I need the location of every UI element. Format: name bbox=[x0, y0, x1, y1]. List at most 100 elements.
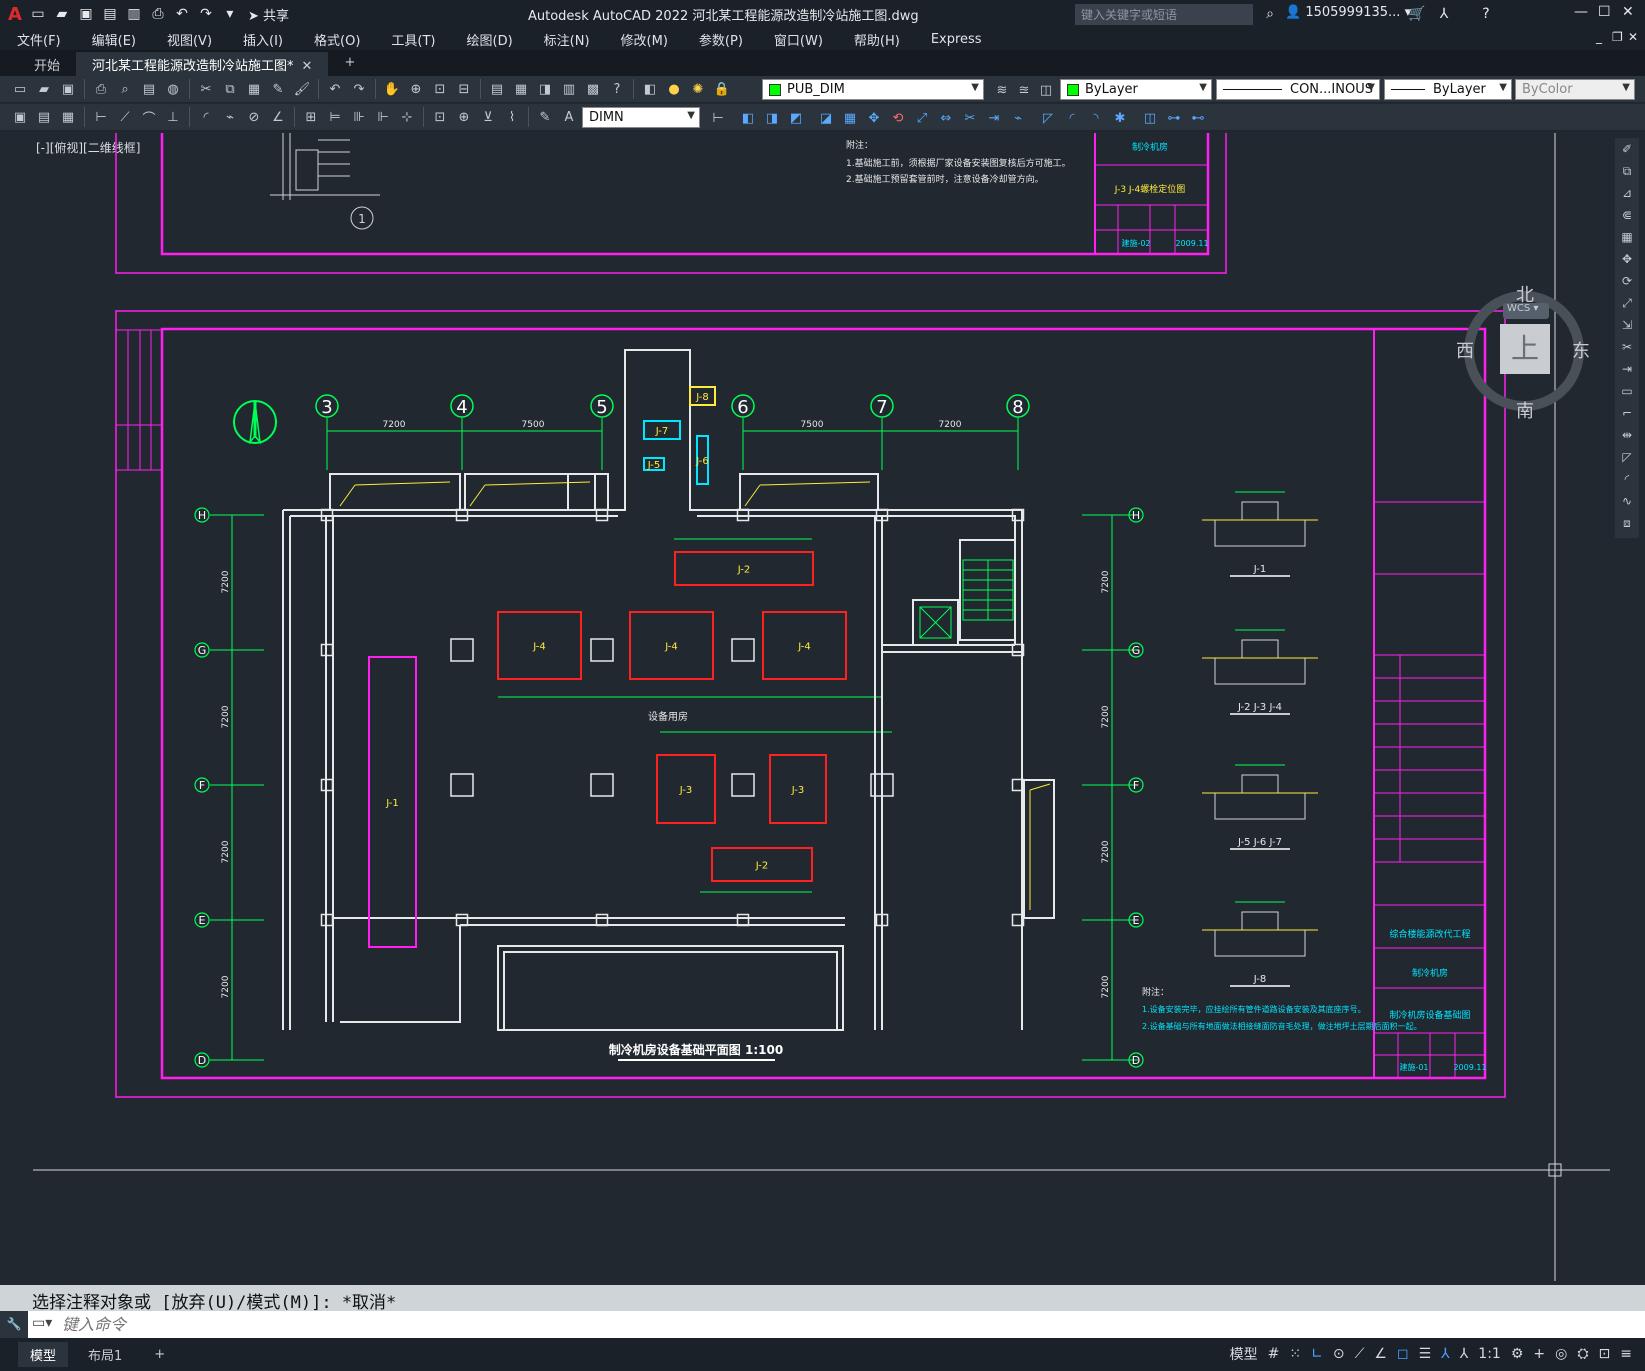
attribute-icon[interactable]: ▤ bbox=[34, 107, 54, 127]
search-icon[interactable]: ⌕ bbox=[1261, 5, 1279, 23]
plot-icon[interactable]: ⎙ bbox=[149, 5, 167, 23]
cut-icon[interactable]: ✂ bbox=[196, 79, 216, 99]
dim-aligned-icon[interactable]: ⟋ bbox=[115, 107, 135, 127]
break-point-icon[interactable]: ⌁ bbox=[1008, 108, 1028, 128]
grid-icon[interactable]: # bbox=[1268, 1346, 1280, 1362]
erase-icon[interactable]: ◧ bbox=[738, 108, 758, 128]
menu-modify[interactable]: 修改(M) bbox=[604, 30, 682, 49]
compass-west[interactable]: 西 bbox=[1456, 337, 1474, 363]
menu-view[interactable]: 视图(V) bbox=[150, 30, 226, 49]
dimstyle-manager-icon[interactable]: ⊢ bbox=[708, 108, 728, 128]
doc-restore-icon[interactable]: ❐ bbox=[1612, 30, 1623, 44]
group-icon[interactable]: ▦ bbox=[58, 107, 78, 127]
layer-previous-icon[interactable]: ≊ bbox=[1014, 80, 1034, 100]
menu-insert[interactable]: 插入(I) bbox=[226, 30, 297, 49]
dimstyle-dropdown[interactable]: DIMN ▼ bbox=[582, 107, 700, 128]
gear-icon[interactable]: ⚙ bbox=[1511, 1346, 1524, 1362]
rotate-icon[interactable]: ⟲ bbox=[888, 108, 908, 128]
blend-icon[interactable]: ◝ bbox=[1086, 108, 1106, 128]
array-icon[interactable]: ▦ bbox=[1618, 228, 1636, 246]
hardware-accel-icon[interactable]: ⛭ bbox=[1577, 1346, 1588, 1362]
help-icon[interactable]: ? bbox=[607, 79, 627, 99]
wrench-icon[interactable]: 🔧 bbox=[0, 1311, 28, 1338]
close-icon[interactable]: ✕ bbox=[1622, 4, 1634, 20]
lock-icon[interactable]: 🔒 bbox=[712, 79, 732, 99]
layer-properties-icon[interactable]: ◧ bbox=[640, 79, 660, 99]
menu-window[interactable]: 窗口(W) bbox=[757, 30, 837, 49]
isolate-icon[interactable]: ◎ bbox=[1555, 1346, 1567, 1362]
bulb-icon[interactable]: ● bbox=[664, 79, 684, 99]
sun-icon[interactable]: ✺ bbox=[688, 79, 708, 99]
osnap-icon[interactable]: ◻ bbox=[1397, 1346, 1409, 1362]
dim-radius-icon[interactable]: ◜ bbox=[196, 107, 216, 127]
chamfer-icon[interactable]: ◸ bbox=[1618, 448, 1636, 466]
search-input[interactable]: 键入关键字或短语 bbox=[1075, 4, 1253, 25]
trim-icon[interactable]: ✂ bbox=[960, 108, 980, 128]
customize-icon[interactable]: ≡ bbox=[1620, 1346, 1632, 1362]
match-icon[interactable]: ✎ bbox=[268, 79, 288, 99]
quick-dim-icon[interactable]: ⊞ bbox=[301, 107, 321, 127]
viewcube[interactable]: 上 北 南 东 西 bbox=[1456, 281, 1590, 422]
polar-icon[interactable]: ⊙ bbox=[1333, 1346, 1345, 1362]
dim-linear-icon[interactable]: ⊢ bbox=[91, 107, 111, 127]
menu-parametric[interactable]: 参数(P) bbox=[682, 30, 757, 49]
redo-icon[interactable]: ↷ bbox=[349, 79, 369, 99]
tab-drawing[interactable]: 河北某工程能源改造制冷站施工图* ✕ bbox=[76, 52, 329, 76]
model-space-button[interactable]: 模型 bbox=[1230, 1344, 1258, 1364]
fillet-icon[interactable]: ◜ bbox=[1062, 108, 1082, 128]
copy-icon[interactable]: ⧉ bbox=[1618, 162, 1636, 180]
new-tab-button[interactable]: + bbox=[328, 52, 371, 76]
isodraft-icon[interactable]: ⟋ bbox=[1355, 1346, 1365, 1362]
menu-edit[interactable]: 编辑(E) bbox=[75, 30, 150, 49]
open-icon[interactable]: ▰ bbox=[53, 5, 71, 23]
layer-dropdown[interactable]: PUB_DIM ▼ bbox=[762, 79, 984, 100]
copy-icon[interactable]: ⧉ bbox=[220, 79, 240, 99]
menu-tools[interactable]: 工具(T) bbox=[374, 30, 449, 49]
save-icon[interactable]: ▣ bbox=[77, 5, 95, 23]
add-layout-button[interactable]: + bbox=[142, 1344, 177, 1365]
menu-help[interactable]: 帮助(H) bbox=[837, 30, 914, 49]
move-icon[interactable]: ✥ bbox=[864, 108, 884, 128]
dim-text-edit-icon[interactable]: A bbox=[559, 107, 579, 127]
annotation-autoscale-icon[interactable]: ⅄ bbox=[1460, 1346, 1469, 1362]
tab-layout1[interactable]: 布局1 bbox=[76, 1342, 134, 1367]
break-icon[interactable]: ⌐ bbox=[1618, 404, 1636, 422]
pan-icon[interactable]: ✋ bbox=[382, 79, 402, 99]
layer-state-icon[interactable]: ◫ bbox=[1036, 80, 1056, 100]
maximize-icon[interactable]: ☐ bbox=[1598, 4, 1611, 20]
center-mark-icon[interactable]: ⊕ bbox=[454, 107, 474, 127]
blend-icon[interactable]: ∿ bbox=[1618, 492, 1636, 510]
undo-icon[interactable]: ↶ bbox=[173, 5, 191, 23]
menu-format[interactable]: 格式(O) bbox=[297, 30, 374, 49]
tool-palette-icon[interactable]: ◨ bbox=[535, 79, 555, 99]
viewcube-top-face[interactable]: 上 bbox=[1500, 324, 1550, 374]
plot-icon[interactable]: ⎙ bbox=[91, 79, 111, 99]
help-icon[interactable]: ? bbox=[1477, 5, 1495, 23]
dim-diameter-icon[interactable]: ⊘ bbox=[244, 107, 264, 127]
jogged-linear-icon[interactable]: ⌇ bbox=[502, 107, 522, 127]
break-at-point-icon[interactable]: ▭ bbox=[1618, 382, 1636, 400]
stretch-icon[interactable]: ⇲ bbox=[1618, 316, 1636, 334]
command-input[interactable] bbox=[62, 1313, 1622, 1335]
user-account[interactable]: 👤 1505999135... ▾ bbox=[1285, 5, 1411, 20]
menu-dimension[interactable]: 标注(N) bbox=[527, 30, 604, 49]
join-icon[interactable]: ⊶ bbox=[1164, 108, 1184, 128]
minimize-icon[interactable]: — bbox=[1574, 4, 1588, 20]
stretch-icon[interactable]: ⇔ bbox=[936, 108, 956, 128]
brush-icon[interactable]: 🖌 bbox=[292, 79, 312, 99]
block-icon[interactable]: ▣ bbox=[10, 107, 30, 127]
join-icon[interactable]: ⇹ bbox=[1618, 426, 1636, 444]
extend-icon[interactable]: ⇥ bbox=[1618, 360, 1636, 378]
ortho-icon[interactable]: ∟ bbox=[1311, 1346, 1323, 1362]
zoom-prev-icon[interactable]: ⊟ bbox=[454, 79, 474, 99]
menu-draw[interactable]: 绘图(D) bbox=[450, 30, 527, 49]
dim-angular-icon[interactable]: ∠ bbox=[268, 107, 288, 127]
trim-icon[interactable]: ✂ bbox=[1618, 338, 1636, 356]
osnap-tracking-icon[interactable]: ∠ bbox=[1374, 1346, 1387, 1362]
autodesk-app-icon[interactable]: ⅄ bbox=[1435, 5, 1453, 23]
app-logo[interactable]: A bbox=[8, 4, 22, 25]
continue-icon[interactable]: ⊪ bbox=[349, 107, 369, 127]
annotation-scale[interactable]: 1:1 bbox=[1478, 1346, 1501, 1362]
zoom-icon[interactable]: ⊕ bbox=[406, 79, 426, 99]
annotation-visibility-icon[interactable]: ⅄ bbox=[1441, 1346, 1450, 1362]
